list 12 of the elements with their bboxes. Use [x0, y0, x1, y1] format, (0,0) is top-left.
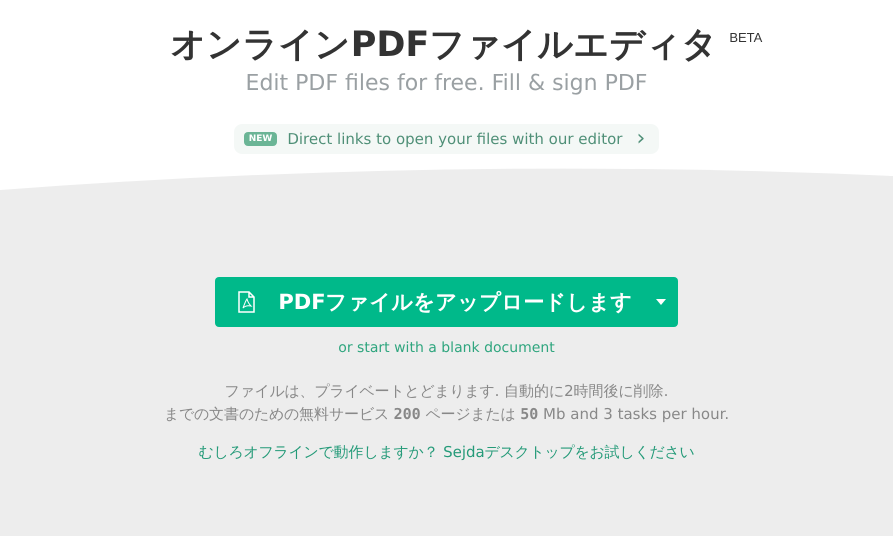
- desktop-app-link[interactable]: むしろオフラインで動作しますか？ Sejdaデスクトップをお試しください: [198, 443, 695, 462]
- pdf-file-icon: [237, 291, 255, 313]
- subtitle: Edit PDF files for free. Fill & sign PDF: [246, 71, 648, 96]
- caret-icon: [656, 299, 666, 305]
- new-tag: NEW: [244, 132, 278, 146]
- privacy-note: ファイルは、プライベートとどまります. 自動的に2時間後に削除.: [224, 382, 668, 401]
- announcement-link[interactable]: NEW Direct links to open your files with our editor ›: [234, 124, 660, 154]
- page-title: オンラインPDFファイルエディタ: [170, 24, 718, 67]
- privacy-note: までの文書のための無料サービス 200 ページまたは 50 Mb and 3 tasks per hour.: [164, 405, 730, 424]
- blank-document-link[interactable]: or start with a blank document: [338, 340, 555, 356]
- beta-label: BETA: [729, 30, 762, 45]
- upload-button[interactable]: PDFファイルをアップロードします: [215, 277, 678, 327]
